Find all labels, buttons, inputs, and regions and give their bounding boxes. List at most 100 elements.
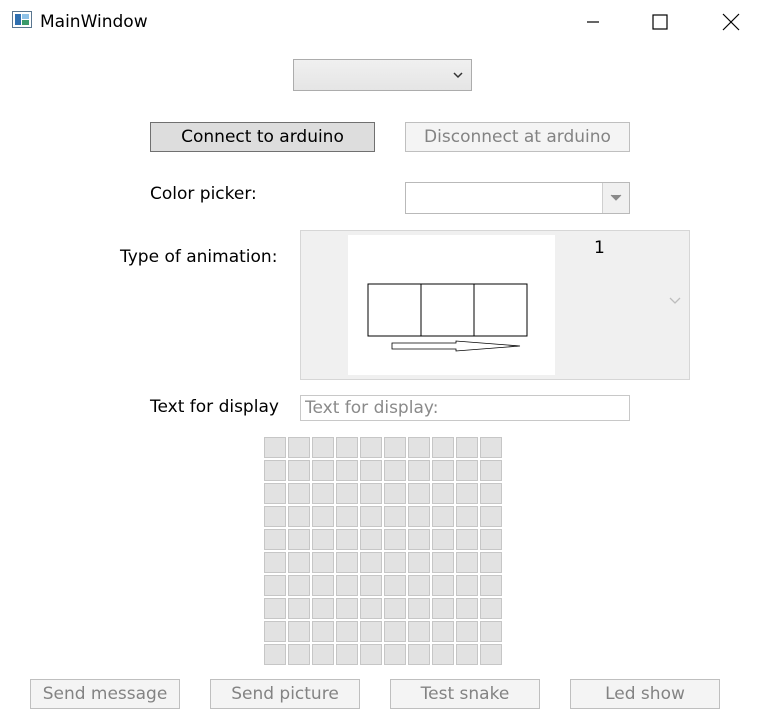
led-cell[interactable] [480,483,502,504]
led-cell[interactable] [360,598,382,619]
close-button[interactable] [708,0,754,44]
led-cell[interactable] [264,575,286,596]
send-message-button[interactable]: Send message [30,679,180,709]
led-cell[interactable] [312,552,334,573]
led-cell[interactable] [408,506,430,527]
led-cell[interactable] [456,506,478,527]
led-cell[interactable] [432,644,454,665]
led-cell[interactable] [456,552,478,573]
led-cell[interactable] [480,598,502,619]
led-cell[interactable] [264,529,286,550]
led-cell[interactable] [384,437,406,458]
led-cell[interactable] [288,460,310,481]
led-cell[interactable] [480,575,502,596]
led-cell[interactable] [288,483,310,504]
led-cell[interactable] [288,621,310,642]
led-cell[interactable] [384,483,406,504]
led-cell[interactable] [336,437,358,458]
port-combobox[interactable] [293,59,472,91]
led-cell[interactable] [288,644,310,665]
led-cell[interactable] [408,460,430,481]
led-cell[interactable] [264,644,286,665]
text-for-display-input[interactable] [300,395,630,421]
led-cell[interactable] [408,598,430,619]
led-cell[interactable] [432,598,454,619]
led-cell[interactable] [264,598,286,619]
led-cell[interactable] [432,529,454,550]
led-cell[interactable] [432,506,454,527]
led-cell[interactable] [456,575,478,596]
led-cell[interactable] [432,552,454,573]
led-cell[interactable] [360,552,382,573]
led-cell[interactable] [312,529,334,550]
led-cell[interactable] [336,552,358,573]
disconnect-button[interactable]: Disconnect at arduino [405,122,630,152]
minimize-button[interactable] [570,0,616,44]
led-cell[interactable] [264,621,286,642]
led-cell[interactable] [456,483,478,504]
led-cell[interactable] [408,552,430,573]
led-cell[interactable] [360,621,382,642]
led-cell[interactable] [456,460,478,481]
led-cell[interactable] [264,506,286,527]
led-cell[interactable] [480,644,502,665]
led-cell[interactable] [384,644,406,665]
led-cell[interactable] [360,529,382,550]
led-cell[interactable] [384,529,406,550]
led-cell[interactable] [432,437,454,458]
led-cell[interactable] [336,529,358,550]
led-cell[interactable] [432,575,454,596]
led-cell[interactable] [288,506,310,527]
led-cell[interactable] [312,621,334,642]
led-cell[interactable] [336,460,358,481]
led-cell[interactable] [264,483,286,504]
send-picture-button[interactable]: Send picture [210,679,360,709]
led-cell[interactable] [288,575,310,596]
led-cell[interactable] [408,621,430,642]
led-cell[interactable] [384,621,406,642]
led-cell[interactable] [360,437,382,458]
led-cell[interactable] [360,644,382,665]
connect-button[interactable]: Connect to arduino [150,122,375,152]
led-cell[interactable] [432,483,454,504]
led-cell[interactable] [360,506,382,527]
led-cell[interactable] [288,552,310,573]
led-cell[interactable] [480,506,502,527]
led-cell[interactable] [480,552,502,573]
led-cell[interactable] [384,598,406,619]
led-cell[interactable] [312,437,334,458]
led-cell[interactable] [312,460,334,481]
led-cell[interactable] [408,437,430,458]
led-show-button[interactable]: Led show [570,679,720,709]
led-cell[interactable] [408,644,430,665]
led-cell[interactable] [408,575,430,596]
led-cell[interactable] [288,437,310,458]
led-cell[interactable] [360,575,382,596]
test-snake-button[interactable]: Test snake [390,679,540,709]
led-cell[interactable] [384,460,406,481]
led-cell[interactable] [384,575,406,596]
led-cell[interactable] [288,598,310,619]
led-cell[interactable] [456,598,478,619]
led-cell[interactable] [288,529,310,550]
led-cell[interactable] [336,506,358,527]
led-cell[interactable] [480,529,502,550]
led-cell[interactable] [312,483,334,504]
led-cell[interactable] [432,460,454,481]
led-cell[interactable] [480,460,502,481]
led-cell[interactable] [408,483,430,504]
led-cell[interactable] [312,598,334,619]
led-cell[interactable] [312,644,334,665]
led-cell[interactable] [336,575,358,596]
led-cell[interactable] [336,644,358,665]
led-cell[interactable] [336,598,358,619]
led-cell[interactable] [264,437,286,458]
led-cell[interactable] [336,621,358,642]
led-cell[interactable] [480,437,502,458]
led-cell[interactable] [312,575,334,596]
color-picker-combobox[interactable] [405,182,630,214]
led-cell[interactable] [360,460,382,481]
led-cell[interactable] [432,621,454,642]
color-picker-dropdown-button[interactable] [602,183,629,213]
led-cell[interactable] [456,437,478,458]
